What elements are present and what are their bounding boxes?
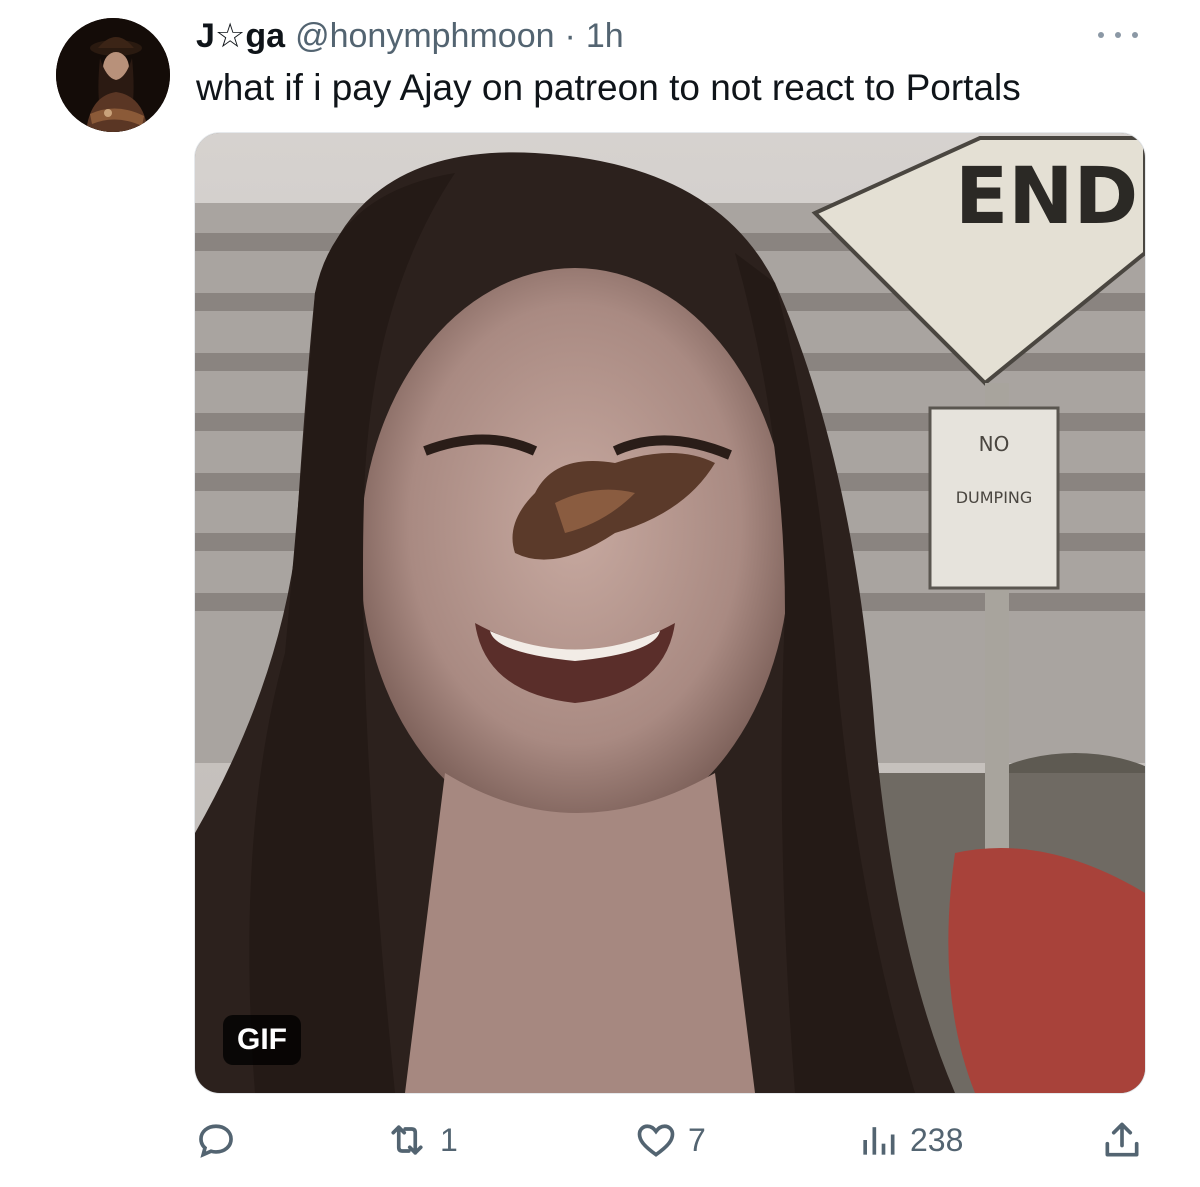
gif-badge: GIF <box>223 1015 301 1065</box>
views-icon <box>863 1127 895 1155</box>
tweet-header: J☆ga @honymphmoon · 1h <box>196 14 624 58</box>
retweet-count: 1 <box>440 1121 458 1158</box>
more-options-icon[interactable] <box>1098 20 1138 50</box>
tweet-text: what if i pay Ajay on patreon to not rea… <box>196 67 1021 108</box>
like-button[interactable]: 7 <box>634 1112 706 1168</box>
reply-icon <box>199 1124 233 1158</box>
retweet-icon <box>391 1125 423 1155</box>
retweet-button[interactable]: 1 <box>384 1112 458 1168</box>
tweet[interactable]: J☆ga @honymphmoon · 1h what if i pay Aja… <box>0 0 1200 1187</box>
views-button[interactable]: 238 <box>856 1112 963 1168</box>
svg-text:DUMPING: DUMPING <box>956 488 1033 507</box>
share-icon <box>1105 1122 1139 1157</box>
timestamp[interactable]: 1h <box>586 17 624 56</box>
tweet-media-gif[interactable]: END NO DUMPING GIF <box>194 132 1146 1094</box>
reply-button[interactable] <box>194 1112 248 1168</box>
user-handle[interactable]: @honymphmoon <box>295 17 554 56</box>
share-button[interactable] <box>1100 1112 1144 1168</box>
avatar-image <box>56 18 170 132</box>
avatar[interactable] <box>56 18 170 132</box>
like-count: 7 <box>688 1121 706 1158</box>
action-bar: 1 7 238 <box>194 1112 1144 1168</box>
heart-icon <box>637 1124 675 1157</box>
gif-frame: END NO DUMPING <box>195 133 1145 1093</box>
separator-dot: · <box>564 16 576 55</box>
svg-text:NO: NO <box>979 432 1010 456</box>
display-name[interactable]: J☆ga <box>196 16 285 56</box>
views-count: 238 <box>910 1121 964 1158</box>
end-sign-text: END <box>955 152 1138 242</box>
